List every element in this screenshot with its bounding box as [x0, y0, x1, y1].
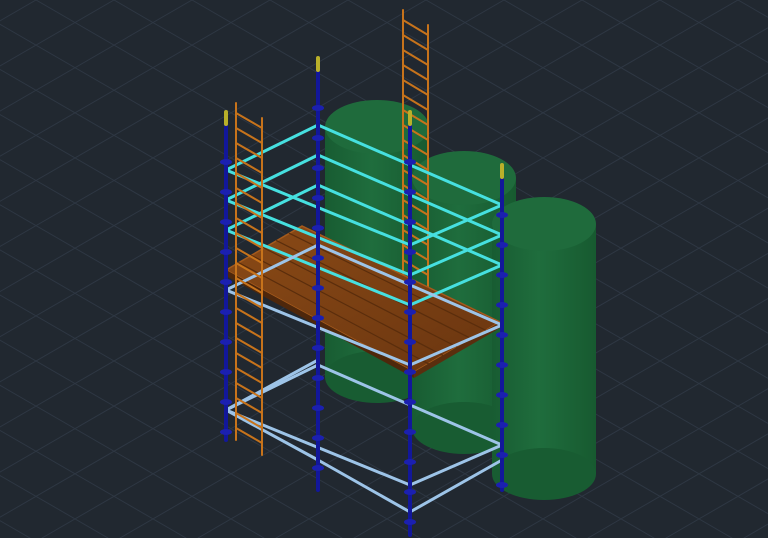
rosette	[496, 212, 508, 218]
ladder-rung	[402, 79, 429, 96]
rosette	[312, 165, 324, 171]
rosette	[220, 279, 232, 285]
ladder-rung	[402, 49, 429, 66]
rosette	[496, 362, 508, 368]
rosette	[312, 105, 324, 111]
rosette	[496, 272, 508, 278]
ladder-rung	[235, 427, 263, 444]
grid-line	[0, 474, 109, 538]
ladder-rung	[235, 292, 263, 309]
rosette	[404, 399, 416, 405]
rosette	[312, 435, 324, 441]
rosette	[312, 465, 324, 471]
rosette	[312, 195, 324, 201]
rosette	[312, 255, 324, 261]
rosette	[312, 345, 324, 351]
ladder-rung	[235, 367, 263, 384]
rosette	[404, 159, 416, 165]
rosette	[404, 309, 416, 315]
rosette	[496, 482, 508, 488]
rosette	[404, 429, 416, 435]
rosette	[404, 489, 416, 495]
grid-line	[0, 429, 187, 538]
rosette	[220, 399, 232, 405]
grid-line	[737, 0, 768, 18]
ladder-rung	[235, 232, 263, 249]
rosette	[496, 452, 508, 458]
rosette	[220, 219, 232, 225]
rosette	[312, 375, 324, 381]
ladder-rung	[235, 337, 263, 354]
rosette	[220, 309, 232, 315]
rosette	[220, 189, 232, 195]
scaffold-3d-scene[interactable]	[0, 0, 768, 538]
rosette	[220, 249, 232, 255]
grid-line	[665, 478, 768, 538]
ledger	[408, 458, 504, 514]
rosette	[404, 249, 416, 255]
ladder-rung	[402, 19, 429, 36]
ladder-rung	[235, 202, 263, 219]
ladder-rung	[235, 172, 263, 189]
rosette	[404, 279, 416, 285]
rosette	[496, 392, 508, 398]
rosette	[496, 242, 508, 248]
ladder-rung	[235, 112, 263, 129]
grid-line	[0, 0, 193, 112]
rosette	[496, 422, 508, 428]
rosette	[312, 225, 324, 231]
ladder-rung	[402, 34, 429, 51]
ladder-rung	[235, 352, 263, 369]
ladder-rung	[235, 382, 263, 399]
ladder-rung	[235, 412, 263, 429]
ladder-rung	[235, 142, 263, 159]
ladder-rung	[235, 322, 263, 339]
rosette	[496, 332, 508, 338]
ladder-rung	[235, 307, 263, 324]
rosette	[404, 459, 416, 465]
rosette	[496, 302, 508, 308]
rosette	[312, 315, 324, 321]
ladder-rung	[402, 64, 429, 81]
rosette	[220, 369, 232, 375]
rosette	[220, 429, 232, 435]
rosette	[312, 135, 324, 141]
rosette	[220, 339, 232, 345]
rosette	[220, 159, 232, 165]
rosette	[404, 339, 416, 345]
model-viewport[interactable]	[0, 0, 768, 538]
rosette	[404, 219, 416, 225]
rosette	[404, 189, 416, 195]
rosette	[404, 519, 416, 525]
rosette	[312, 405, 324, 411]
grid-line	[0, 0, 37, 22]
rosette	[312, 285, 324, 291]
rosette	[404, 369, 416, 375]
ladder-rung	[235, 127, 263, 144]
